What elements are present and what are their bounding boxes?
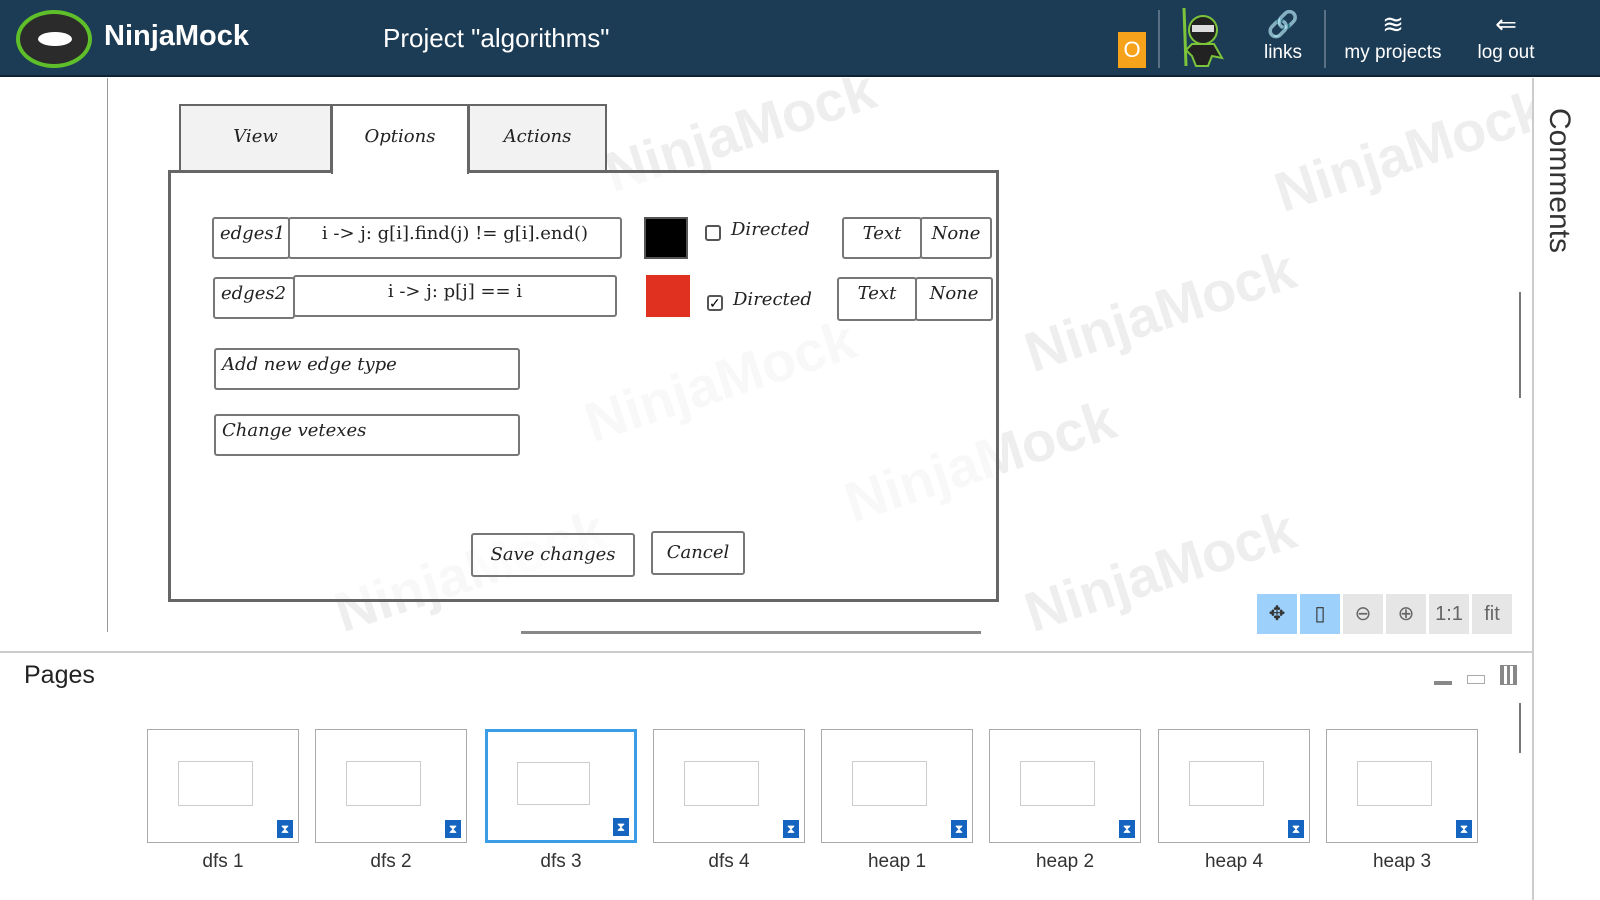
tab-options[interactable]: Options: [331, 104, 469, 174]
none-button[interactable]: None: [915, 277, 993, 321]
zoom-out-icon: ⊖: [1354, 603, 1372, 625]
log-out-icon: ⇐: [1495, 9, 1517, 39]
page-label[interactable]: heap 3: [1326, 851, 1478, 873]
small-thumbnails-icon[interactable]: [1467, 675, 1485, 684]
save-changes-button[interactable]: Save changes: [471, 533, 635, 577]
divider: [1324, 10, 1326, 68]
phone-icon: ▯: [1314, 603, 1326, 625]
edge-color-swatch[interactable]: [644, 217, 688, 259]
thumbnail-preview: [1357, 761, 1432, 807]
design-canvas[interactable]: NinjaMock NinjaMock NinjaMock NinjaMock …: [0, 78, 1532, 650]
edge-name-field[interactable]: edges1: [212, 217, 290, 259]
top-bar: NinjaMock Project "algorithms" O 🔗 links …: [0, 0, 1600, 77]
vertical-scrollbar[interactable]: [1519, 292, 1521, 398]
page-label[interactable]: heap 1: [821, 851, 973, 873]
zoom-in-button[interactable]: ⊕: [1386, 594, 1426, 634]
page-edge: [107, 78, 108, 632]
hourglass-icon[interactable]: ⧗: [1119, 820, 1135, 838]
links-button[interactable]: 🔗 links: [1258, 6, 1308, 64]
thumbnail-preview: [684, 761, 759, 807]
edge-name-field[interactable]: edges2: [213, 277, 295, 319]
pan-arrows-icon: ✥: [1268, 603, 1286, 625]
page-label[interactable]: heap 2: [989, 851, 1141, 873]
text-button[interactable]: Text: [837, 277, 917, 321]
page-thumbnail[interactable]: ⧗: [821, 729, 973, 843]
tab-view[interactable]: View: [179, 104, 332, 172]
hourglass-icon[interactable]: ⧗: [613, 818, 629, 836]
watermark: NinjaMock: [1267, 78, 1532, 224]
page-label[interactable]: dfs 2: [315, 851, 467, 873]
notification-badge[interactable]: O: [1118, 32, 1146, 68]
page-thumbnail[interactable]: ⧗: [1158, 729, 1310, 843]
zoom-out-button[interactable]: ⊖: [1343, 594, 1383, 634]
pan-button[interactable]: ✥: [1257, 594, 1297, 634]
thumbnail-preview: [1020, 761, 1095, 807]
divider: [1158, 10, 1160, 68]
page-thumbnail[interactable]: ⧗: [315, 729, 467, 843]
none-button[interactable]: None: [920, 217, 992, 259]
grid-view-icon[interactable]: [1500, 665, 1517, 685]
horizontal-scrollbar[interactable]: [521, 631, 981, 634]
minimize-icon[interactable]: [1434, 681, 1452, 685]
tab-actions[interactable]: Actions: [468, 104, 607, 172]
brand-name[interactable]: NinjaMock: [104, 20, 249, 53]
directed-label: Directed: [731, 219, 810, 240]
page-label[interactable]: dfs 3: [485, 851, 637, 873]
cancel-button[interactable]: Cancel: [651, 531, 745, 575]
links-label: links: [1263, 42, 1302, 63]
my-projects-label: my projects: [1344, 42, 1442, 63]
zoom-1-1-button[interactable]: 1:1: [1429, 594, 1469, 634]
hourglass-icon[interactable]: ⧗: [1456, 820, 1472, 838]
edge-color-swatch[interactable]: [646, 275, 690, 317]
directed-label: Directed: [733, 289, 812, 310]
hourglass-icon[interactable]: ⧗: [1288, 820, 1304, 838]
pages-panel: Pages ⧗ dfs 1 ⧗ dfs 2 ⧗ dfs 3 ⧗ dfs 4 ⧗ heap 1 ⧗ he…: [0, 651, 1532, 900]
change-vertexes-button[interactable]: Change vetexes: [214, 414, 520, 456]
page-thumbnail[interactable]: ⧗: [989, 729, 1141, 843]
layers-icon: ≋: [1382, 9, 1404, 39]
thumbnail-preview: [517, 762, 591, 806]
text-button[interactable]: Text: [842, 217, 922, 259]
ninja-avatar-icon[interactable]: [1178, 6, 1228, 70]
zoom-in-icon: ⊕: [1397, 603, 1415, 625]
page-label[interactable]: dfs 4: [653, 851, 805, 873]
hourglass-icon[interactable]: ⧗: [951, 820, 967, 838]
edge-expression-field[interactable]: i -> j: p[j] == i: [293, 275, 617, 317]
thumbnail-preview: [852, 761, 927, 807]
directed-checkbox-checked[interactable]: ✓: [707, 295, 723, 311]
edge-expression-field[interactable]: i -> j: g[i].find(j) != g[i].end(): [288, 217, 622, 259]
zoom-fit-button[interactable]: fit: [1472, 594, 1512, 634]
page-thumbnail[interactable]: ⧗: [653, 729, 805, 843]
thumbnail-preview: [1189, 761, 1264, 807]
my-projects-button[interactable]: ≋ my projects: [1338, 6, 1448, 64]
comments-sidebar[interactable]: Comments: [1532, 78, 1600, 900]
pages-title: Pages: [24, 661, 95, 689]
page-thumbnail[interactable]: ⧗: [147, 729, 299, 843]
comments-label[interactable]: Comments: [1542, 108, 1576, 253]
hourglass-icon[interactable]: ⧗: [277, 820, 293, 838]
directed-checkbox[interactable]: [705, 225, 721, 241]
page-thumbnail[interactable]: ⧗: [1326, 729, 1478, 843]
options-panel: edges1 i -> j: g[i].find(j) != g[i].end(…: [168, 170, 999, 602]
page-label[interactable]: heap 4: [1158, 851, 1310, 873]
pages-scrollbar[interactable]: [1519, 703, 1521, 753]
page-thumbnail[interactable]: ⧗: [485, 729, 637, 843]
link-icon: 🔗: [1266, 9, 1300, 39]
log-out-label: log out: [1477, 42, 1535, 63]
ninjamock-logo-icon[interactable]: [16, 10, 92, 68]
thumbnail-preview: [346, 761, 421, 807]
device-frame-button[interactable]: ▯: [1300, 594, 1340, 634]
thumbnail-preview: [178, 761, 253, 807]
add-edge-type-button[interactable]: Add new edge type: [214, 348, 520, 390]
log-out-button[interactable]: ⇐ log out: [1470, 6, 1542, 64]
hourglass-icon[interactable]: ⧗: [783, 820, 799, 838]
page-label[interactable]: dfs 1: [147, 851, 299, 873]
project-title: Project "algorithms": [383, 23, 610, 53]
hourglass-icon[interactable]: ⧗: [445, 820, 461, 838]
watermark: NinjaMock: [1017, 237, 1303, 384]
